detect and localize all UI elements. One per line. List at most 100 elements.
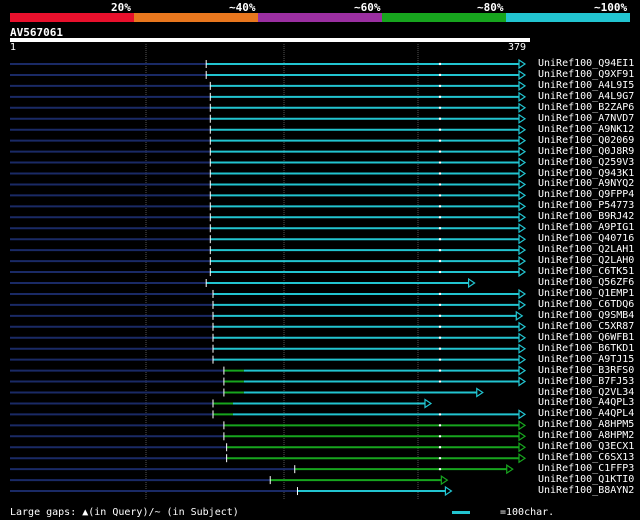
gap-marker-icon — [438, 424, 442, 427]
gap-marker-icon — [438, 73, 442, 77]
hit-arrow-icon — [518, 245, 527, 256]
hit-name[interactable]: UniRef100_B9RJ42 — [538, 211, 634, 222]
hit-name[interactable]: UniRef100_Q943K1 — [538, 168, 634, 179]
hit-name[interactable]: UniRef100_Q2LAH1 — [538, 244, 634, 255]
gap-marker-icon — [438, 413, 442, 416]
hit-name[interactable]: UniRef100_B8AYN2 — [538, 485, 634, 496]
gap-marker-icon — [438, 369, 442, 372]
hit-name[interactable]: UniRef100_C6TDQ6 — [538, 299, 634, 310]
hit-arrow-icon — [424, 398, 433, 409]
hit-name[interactable]: UniRef100_A8HPM2 — [538, 430, 634, 441]
gap-marker-icon — [438, 467, 442, 471]
hit-name[interactable]: UniRef100_Q94EI1 — [538, 58, 634, 69]
gap-marker-icon — [438, 292, 442, 296]
hit-name[interactable]: UniRef100_C6SX13 — [538, 452, 634, 463]
hit-name[interactable]: UniRef100_Q9XF91 — [538, 69, 634, 80]
hit-arrow-icon — [518, 288, 527, 300]
hit-name[interactable]: UniRef100_B6TKD1 — [538, 343, 634, 354]
hit-arrow-icon — [518, 113, 527, 124]
gap-marker-icon — [438, 347, 442, 350]
hit-name[interactable]: UniRef100_Q2VL34 — [538, 387, 634, 398]
gap-marker-icon — [438, 216, 442, 219]
hit-name[interactable]: UniRef100_B2ZAP6 — [538, 102, 634, 113]
hit-arrow-icon — [518, 299, 527, 311]
gap-marker-icon — [438, 380, 442, 383]
hit-name[interactable]: UniRef100_A9PIG1 — [538, 222, 634, 233]
gap-marker-icon — [438, 314, 442, 318]
hit-name[interactable]: UniRef100_A9TJ15 — [538, 354, 634, 365]
hit-arrow-icon — [518, 179, 527, 190]
hit-name[interactable]: UniRef100_A9NYQ2 — [538, 178, 634, 189]
hit-name[interactable]: UniRef100_Q40716 — [538, 233, 634, 244]
hit-name[interactable]: UniRef100_Q1KTI0 — [538, 474, 634, 485]
hit-arrow-icon — [518, 420, 527, 431]
gap-marker-icon — [438, 336, 442, 339]
hit-name[interactable]: UniRef100_B3RFS0 — [538, 365, 634, 376]
scale-sample-line — [452, 511, 470, 514]
hit-arrow-icon — [440, 474, 449, 486]
hit-arrow-icon — [518, 168, 527, 179]
hit-name[interactable]: UniRef100_A4L9I5 — [538, 80, 634, 91]
hit-arrow-icon — [518, 234, 527, 245]
hit-arrow-icon — [518, 146, 527, 157]
hit-arrow-icon — [476, 387, 484, 398]
hit-name[interactable]: UniRef100_Q3ECX1 — [538, 441, 634, 452]
hit-arrow-icon — [518, 91, 527, 102]
hit-arrow-icon — [518, 343, 527, 354]
gap-marker-icon — [438, 435, 442, 438]
gap-marker-icon — [438, 227, 442, 230]
hit-name[interactable]: UniRef100_A9NK12 — [538, 124, 634, 135]
hit-arrow-icon — [518, 58, 527, 70]
gap-legend: Large gaps: ▲(in Query)/~ (in Subject) — [10, 507, 239, 518]
hit-name[interactable]: UniRef100_C1FFP3 — [538, 463, 634, 474]
hit-name[interactable]: UniRef100_Q259V3 — [538, 157, 634, 168]
gap-marker-icon — [438, 325, 442, 328]
hit-name[interactable]: UniRef100_Q0J8R9 — [538, 146, 634, 157]
hit-name[interactable]: UniRef100_A4QPL3 — [538, 397, 634, 408]
gap-marker-icon — [438, 172, 442, 175]
hit-arrow-icon — [518, 332, 527, 343]
hit-arrow-icon — [518, 376, 527, 387]
gap-marker-icon — [438, 62, 442, 66]
hit-name[interactable]: UniRef100_Q2LAH0 — [538, 255, 634, 266]
hit-arrow-icon — [506, 464, 514, 475]
hit-arrow-icon — [444, 485, 453, 497]
hit-arrow-icon — [518, 431, 527, 442]
hit-name[interactable]: UniRef100_P54773 — [538, 200, 634, 211]
hit-name[interactable]: UniRef100_A7NVD7 — [538, 113, 634, 124]
gap-marker-icon — [438, 248, 442, 252]
gap-marker-icon — [438, 358, 442, 361]
hit-arrow-icon — [518, 157, 527, 168]
hit-name[interactable]: UniRef100_A4QPL4 — [538, 408, 634, 419]
hit-name[interactable]: UniRef100_A8HPM5 — [538, 419, 634, 430]
gap-marker-icon — [438, 303, 442, 307]
hit-arrow-icon — [518, 135, 527, 146]
hit-arrow-icon — [518, 442, 527, 453]
hit-arrow-icon — [518, 190, 527, 201]
gap-marker-icon — [438, 150, 442, 153]
gap-marker-icon — [438, 238, 442, 241]
hit-name[interactable]: UniRef100_A4L9G7 — [538, 91, 634, 102]
hit-arrow-icon — [518, 212, 527, 223]
gap-marker-icon — [438, 128, 442, 131]
gap-marker-icon — [438, 95, 442, 99]
gap-marker-icon — [438, 446, 442, 449]
gap-marker-icon — [438, 117, 442, 120]
hit-name[interactable]: UniRef100_Q56ZF6 — [538, 277, 634, 288]
hit-arrow-icon — [518, 354, 527, 365]
hit-name[interactable]: UniRef100_B7FJ53 — [538, 376, 634, 387]
hit-name[interactable]: UniRef100_C6TK51 — [538, 266, 634, 277]
hit-name[interactable]: UniRef100_C5XR87 — [538, 321, 634, 332]
hit-arrow-icon — [518, 223, 527, 234]
gap-marker-icon — [438, 457, 442, 460]
hit-arrow-icon — [518, 69, 527, 81]
hit-name[interactable]: UniRef100_Q9SMB4 — [538, 310, 634, 321]
hit-name[interactable]: UniRef100_Q02069 — [538, 135, 634, 146]
hit-arrow-icon — [518, 124, 527, 135]
hit-name[interactable]: UniRef100_Q1EMP1 — [538, 288, 634, 299]
hit-name[interactable]: UniRef100_Q6WFB1 — [538, 332, 634, 343]
hit-arrow-icon — [518, 365, 527, 376]
hit-name[interactable]: UniRef100_Q9FPP4 — [538, 189, 634, 200]
gap-marker-icon — [438, 183, 442, 186]
gap-marker-icon — [438, 270, 442, 274]
